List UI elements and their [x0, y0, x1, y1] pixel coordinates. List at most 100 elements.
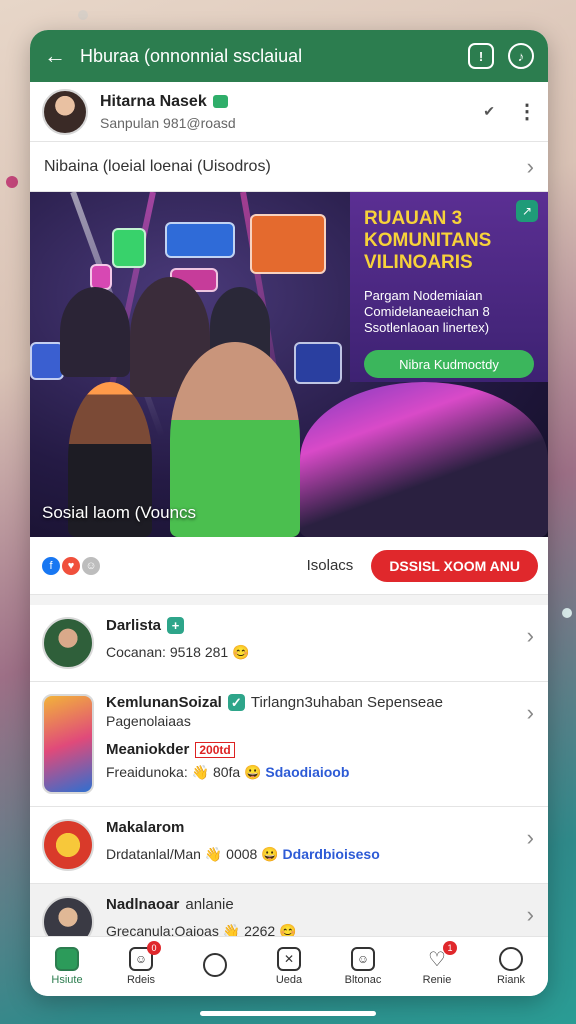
list-item-body: Makalarom Drdatanlal/Man 👋 0008 😀 Ddardb… [106, 819, 536, 871]
nav-favorites[interactable]: ♡ 1 Renie [407, 941, 467, 986]
background-dot [78, 10, 88, 20]
list-item-title: Makalarom [106, 819, 185, 836]
list-item-title-row: KemlunanSoizal ✓ Tirlangn3uhaban Sepense… [106, 694, 536, 711]
profile-header[interactable]: Hitarna Nasek Sanpulan 981@roasd ✔ ⋮ [30, 82, 548, 142]
avatar [42, 819, 94, 871]
nav-label: Ueda [275, 974, 303, 986]
nav-label: Bltonac [344, 974, 382, 986]
nav-label: Rdeis [126, 974, 156, 986]
avatar[interactable] [42, 88, 88, 135]
profile-name-row: Hitarna Nasek [100, 93, 471, 111]
list-item[interactable]: Darlista + Cocanan: 9518 281 😊 › [30, 605, 548, 682]
speech-bubble-icon [203, 953, 227, 977]
list-item-meta: Cocanan: 9518 281 😊 [106, 644, 250, 660]
nav-label: Hsiute [51, 974, 83, 986]
neon-screen [112, 228, 146, 268]
list-item-title-row: Nadlnaoar anlanie [106, 896, 536, 913]
back-arrow-icon[interactable]: ← [44, 45, 66, 67]
list-item-title-secondary: anlanie [185, 896, 234, 913]
list-item-subtitle: Pagenolaiaas [106, 713, 191, 729]
community-banner[interactable]: ↗ RUAUAN 3 KOMUNITANS VILINOARIS Pargam … [30, 192, 548, 537]
list-item-line2-text: Meaniokder [106, 741, 190, 758]
list-item-meta-c: Sdaodiaioob [265, 764, 350, 780]
chevron-right-icon: › [526, 623, 534, 648]
person-icon [499, 947, 523, 971]
home-indicator[interactable] [200, 1011, 376, 1016]
list-item-title-row: Darlista + [106, 617, 536, 634]
list-item-meta-c: Ddardbioiseso [282, 846, 380, 862]
chevron-right-icon: › [526, 153, 534, 179]
more-options-icon[interactable]: ⋮ [517, 99, 537, 124]
section-link[interactable]: Nibaina (loeial loenai (Uisodros) › [30, 142, 548, 192]
promo-title: RUAUAN 3 KOMUNITANS VILINOARIS [364, 208, 492, 273]
music-icon[interactable]: ♪ [508, 43, 534, 69]
list-item[interactable]: Makalarom Drdatanlal/Man 👋 0008 😀 Ddardb… [30, 807, 548, 884]
page-title: Hburaa (onnonnial ssclaiual [80, 45, 303, 66]
notification-badge: 0 [147, 941, 161, 955]
message-icon: ☺ [351, 947, 375, 971]
section-label: Nibaina (loeial loenai (Uisodros) [44, 157, 271, 175]
love-reaction-icon[interactable]: ♥ [60, 554, 82, 577]
list-item-title-secondary: Tirlangn3uhaban Sepenseae [250, 694, 443, 711]
plus-icon: + [167, 617, 185, 634]
community-thumbnail [42, 694, 94, 794]
chevron-right-icon: › [526, 825, 534, 850]
laugh-reaction-icon[interactable]: ☺ [80, 554, 102, 577]
neon-screen [165, 222, 235, 258]
bottom-navigation: Hsiute ☺ 0 Rdeis ✕ Ueda ☺ Bltonac ♡ 1 Re… [30, 936, 548, 996]
list-item[interactable]: KemlunanSoizal ✓ Tirlangn3uhaban Sepense… [30, 682, 548, 807]
reaction-bar: f ♥ ☺ Isolacs DSSISL XOOM ANU [30, 537, 548, 595]
top-app-bar: ← Hburaa (onnonnial ssclaiual ! ♪ [30, 30, 548, 82]
nav-messages[interactable] [185, 953, 245, 980]
neon-screen [250, 214, 326, 274]
home-icon [55, 947, 79, 971]
check-icon: ✓ [227, 694, 245, 711]
app-window: ← Hburaa (onnonnial ssclaiual ! ♪ Hitarn… [30, 30, 548, 996]
verified-icon [212, 95, 228, 108]
nav-rooms[interactable]: ☺ 0 Rdeis [111, 941, 171, 986]
notification-badge: 1 [443, 941, 457, 955]
chevron-right-icon: › [526, 902, 534, 927]
person-figure [300, 382, 548, 537]
likes-count[interactable]: Isolacs [307, 557, 354, 574]
list-item-title: KemlunanSoizal [106, 694, 222, 711]
list-item-meta-a: Drdatanlal/Man [106, 846, 201, 862]
list-item-meta: Freaidunoka: 👋 80fa 😀 Sdaodiaioob [106, 764, 350, 780]
nav-label: Renie [422, 974, 452, 986]
profile-text: Hitarna Nasek Sanpulan 981@roasd [100, 93, 471, 131]
banner-caption: Sosial laom (Vouncs [42, 503, 197, 522]
list-item-meta-a: Freaidunoka: [106, 764, 188, 780]
neon-screen [30, 342, 64, 380]
promo-button[interactable]: Nibra Kudmoctdy [364, 350, 534, 378]
list-item-title: Nadlnaoar [106, 896, 180, 913]
list-item-body: KemlunanSoizal ✓ Tirlangn3uhaban Sepense… [106, 694, 536, 794]
nav-profile[interactable]: Riank [481, 947, 541, 986]
list-item-title-row: Makalarom [106, 819, 536, 836]
list-item-meta: Drdatanlal/Man 👋 0008 😀 Ddardbioiseso [106, 846, 380, 862]
list-item-body: Darlista + Cocanan: 9518 281 😊 [106, 617, 536, 669]
promo-card[interactable]: ↗ RUAUAN 3 KOMUNITANS VILINOARIS Pargam … [350, 192, 548, 382]
background-dot [562, 608, 572, 618]
promo-description: Pargam Nodemiaian Comidelaneaeichan 8 Ss… [364, 288, 490, 335]
background-dot [6, 176, 18, 188]
nav-create[interactable]: ✕ Ueda [259, 947, 319, 986]
chevron-down-icon[interactable]: ✔ [483, 103, 495, 120]
nav-chat[interactable]: ☺ Bltonac [333, 947, 393, 986]
avatar [42, 617, 94, 669]
list-item-meta-b: 0008 [226, 846, 258, 862]
chevron-right-icon: › [526, 700, 534, 725]
count-badge: 200td [195, 741, 235, 758]
neon-screen [294, 342, 342, 384]
join-room-button[interactable]: DSSISL XOOM ANU [371, 549, 538, 582]
profile-name: Hitarna Nasek [100, 92, 207, 110]
edit-icon: ✕ [277, 947, 301, 971]
divider [30, 595, 548, 605]
person-figure [60, 287, 130, 377]
profile-subtitle: Sanpulan 981@roasd [100, 114, 236, 131]
like-reaction-icon[interactable]: f [40, 554, 62, 577]
share-icon[interactable]: ↗ [516, 200, 538, 222]
info-icon[interactable]: ! [468, 43, 494, 69]
list-item-meta-text: Cocanan: 9518 281 [106, 644, 229, 660]
list-item-meta-b: 80fa [212, 764, 241, 780]
nav-home[interactable]: Hsiute [37, 947, 97, 986]
